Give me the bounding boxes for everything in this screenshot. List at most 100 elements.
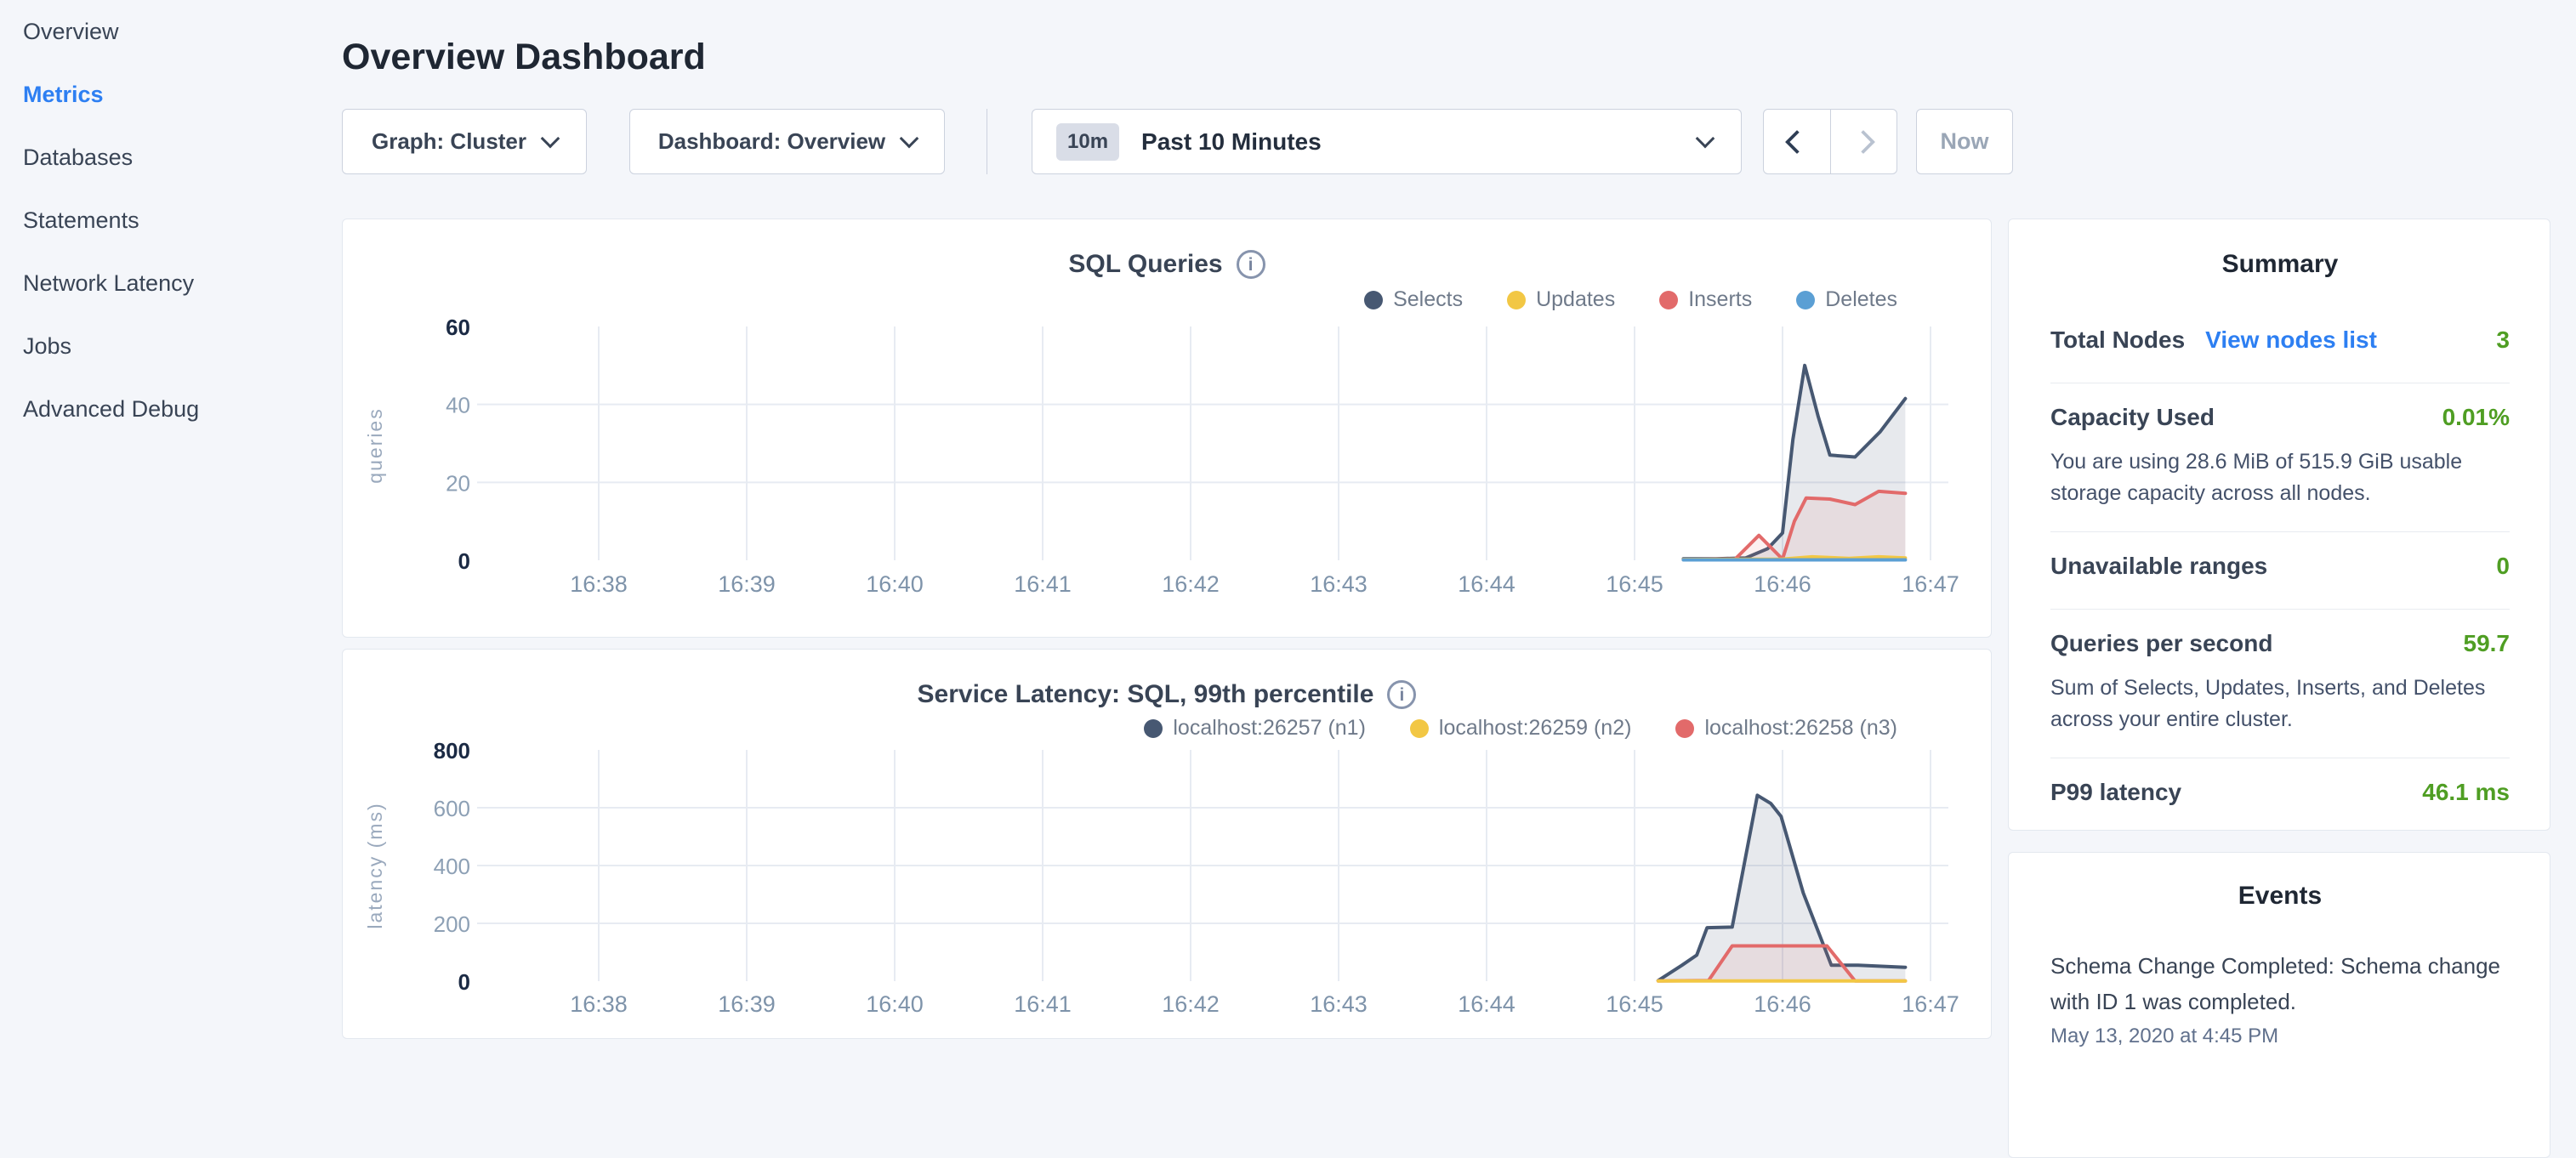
- legend-dot-icon: [1796, 291, 1815, 309]
- svg-text:16:40: 16:40: [866, 571, 924, 597]
- legend-dot-icon: [1144, 719, 1163, 738]
- chart-legend: Selects Updates Inserts Deletes: [1364, 287, 1897, 312]
- legend-label: localhost:26257 (n1): [1173, 716, 1366, 741]
- sidebar-item-statements[interactable]: Statements: [0, 207, 340, 234]
- divider: [2050, 531, 2510, 532]
- sidebar-item-metrics[interactable]: Metrics: [0, 82, 340, 108]
- view-nodes-list-link[interactable]: View nodes list: [2205, 326, 2377, 354]
- chevron-down-icon: [1696, 129, 1715, 149]
- svg-text:16:42: 16:42: [1162, 991, 1220, 1017]
- svg-text:0: 0: [458, 969, 470, 995]
- chevron-right-icon: [1851, 129, 1875, 153]
- svg-text:16:44: 16:44: [1458, 571, 1515, 597]
- svg-text:16:41: 16:41: [1014, 991, 1072, 1017]
- svg-text:20: 20: [446, 470, 470, 496]
- svg-text:0: 0: [458, 548, 470, 574]
- summary-row-total-nodes: Total Nodes View nodes list 3: [2050, 326, 2510, 360]
- svg-text:16:46: 16:46: [1754, 571, 1811, 597]
- prev-time-button[interactable]: [1764, 110, 1831, 173]
- legend-item-updates: Updates: [1507, 287, 1615, 312]
- legend-item-inserts: Inserts: [1659, 287, 1752, 312]
- legend-item-selects: Selects: [1364, 287, 1463, 312]
- sidebar-item-advanced-debug[interactable]: Advanced Debug: [0, 396, 340, 423]
- summary-row-p99-latency: P99 latency 46.1 ms: [2050, 779, 2510, 813]
- legend-dot-icon: [1675, 719, 1694, 738]
- now-button[interactable]: Now: [1916, 109, 2013, 174]
- dashboard-dropdown[interactable]: Dashboard: Overview: [629, 109, 945, 174]
- svg-text:16:46: 16:46: [1754, 991, 1811, 1017]
- svg-text:16:47: 16:47: [1902, 991, 1959, 1017]
- time-range-dropdown[interactable]: 10m Past 10 Minutes: [1032, 109, 1742, 174]
- event-message: Schema Change Completed: Schema change w…: [2050, 948, 2510, 1019]
- svg-text:40: 40: [446, 393, 470, 418]
- svg-text:16:39: 16:39: [718, 571, 776, 597]
- sidebar-item-network-latency[interactable]: Network Latency: [0, 270, 340, 297]
- svg-text:16:43: 16:43: [1310, 991, 1368, 1017]
- legend-item-localhost-26259-n2-: localhost:26259 (n2): [1410, 716, 1632, 741]
- info-icon[interactable]: i: [1387, 680, 1416, 709]
- summary-panel: Summary Total NodesView nodes list3Capac…: [2008, 219, 2550, 831]
- summary-row-label: Capacity Used: [2050, 404, 2215, 431]
- chart-title: Service Latency: SQL, 99th percentile: [918, 680, 1374, 709]
- time-range-label: Past 10 Minutes: [1141, 128, 1322, 156]
- summary-row-label: Unavailable ranges: [2050, 553, 2267, 580]
- sql-queries-plot: 16:38 16:39 16:40 16:41 16:42 16:43 16:44 16:45…: [343, 219, 1993, 639]
- page-title: Overview Dashboard: [342, 37, 706, 78]
- legend-label: Inserts: [1688, 287, 1752, 312]
- svg-text:200: 200: [434, 911, 470, 937]
- events-title: Events: [2050, 882, 2510, 911]
- svg-text:16:43: 16:43: [1310, 571, 1368, 597]
- info-icon[interactable]: i: [1237, 250, 1265, 279]
- svg-text:16:45: 16:45: [1606, 571, 1663, 597]
- next-time-button[interactable]: [1831, 110, 1897, 173]
- events-panel: Events Schema Change Completed: Schema c…: [2008, 852, 2550, 1158]
- graph-dropdown[interactable]: Graph: Cluster: [342, 109, 587, 174]
- summary-rows: Total Nodes View nodes list 3 Capacity Used…: [2050, 326, 2510, 813]
- summary-row-queries-per-second: Queries per second59.7: [2050, 630, 2510, 664]
- summary-row-value: 46.1 ms: [2422, 779, 2510, 806]
- svg-text:16:38: 16:38: [570, 571, 628, 597]
- sidebar: Overview Metrics Databases Statements Networ…: [0, 0, 340, 1051]
- legend-dot-icon: [1507, 291, 1526, 309]
- summary-row-value: 0: [2496, 553, 2510, 580]
- legend-item-localhost-26258-n3-: localhost:26258 (n3): [1675, 716, 1897, 741]
- summary-row-description: Sum of Selects, Updates, Inserts, and De…: [2050, 673, 2510, 735]
- summary-row-label: P99 latency: [2050, 779, 2181, 806]
- summary-row-label: Queries per second: [2050, 630, 2272, 657]
- dashboard-dropdown-label: Dashboard: Overview: [658, 128, 885, 155]
- legend-label: localhost:26259 (n2): [1439, 716, 1632, 741]
- svg-text:800: 800: [434, 738, 470, 763]
- svg-text:16:39: 16:39: [718, 991, 776, 1017]
- legend-label: localhost:26258 (n3): [1704, 716, 1897, 741]
- chevron-down-icon: [900, 128, 919, 148]
- sidebar-item-jobs[interactable]: Jobs: [0, 333, 340, 360]
- event-timestamp: May 13, 2020 at 4:45 PM: [2050, 1025, 2510, 1048]
- legend-label: Selects: [1393, 287, 1463, 312]
- legend-item-localhost-26257-n1-: localhost:26257 (n1): [1144, 716, 1366, 741]
- service-latency-chart-card: 16:3816:3916:4016:4116:4216:4316:4416:45…: [342, 649, 1992, 1039]
- svg-text:16:41: 16:41: [1014, 571, 1072, 597]
- legend-dot-icon: [1410, 719, 1429, 738]
- time-step-buttons: [1763, 109, 1897, 174]
- chart-title: SQL Queries: [1068, 250, 1222, 279]
- chart-legend: localhost:26257 (n1) localhost:26259 (n2)…: [1144, 716, 1897, 741]
- svg-text:60: 60: [446, 315, 470, 340]
- time-range-badge: 10m: [1056, 123, 1119, 161]
- sidebar-item-overview[interactable]: Overview: [0, 19, 340, 45]
- legend-label: Updates: [1536, 287, 1615, 312]
- legend-dot-icon: [1659, 291, 1678, 309]
- divider: [2050, 609, 2510, 610]
- svg-text:16:38: 16:38: [570, 991, 628, 1017]
- summary-row-label: Total Nodes: [2050, 326, 2185, 354]
- summary-row-value: 0.01%: [2442, 404, 2510, 431]
- svg-text:16:40: 16:40: [866, 991, 924, 1017]
- legend-item-deletes: Deletes: [1796, 287, 1897, 312]
- svg-text:16:42: 16:42: [1162, 571, 1220, 597]
- svg-text:600: 600: [434, 796, 470, 821]
- summary-row-unavailable-ranges: Unavailable ranges 0: [2050, 553, 2510, 587]
- legend-label: Deletes: [1825, 287, 1897, 312]
- summary-row-value: 3: [2496, 326, 2510, 354]
- sidebar-item-databases[interactable]: Databases: [0, 145, 340, 171]
- graph-dropdown-label: Graph: Cluster: [372, 128, 526, 155]
- svg-text:queries: queries: [364, 407, 386, 483]
